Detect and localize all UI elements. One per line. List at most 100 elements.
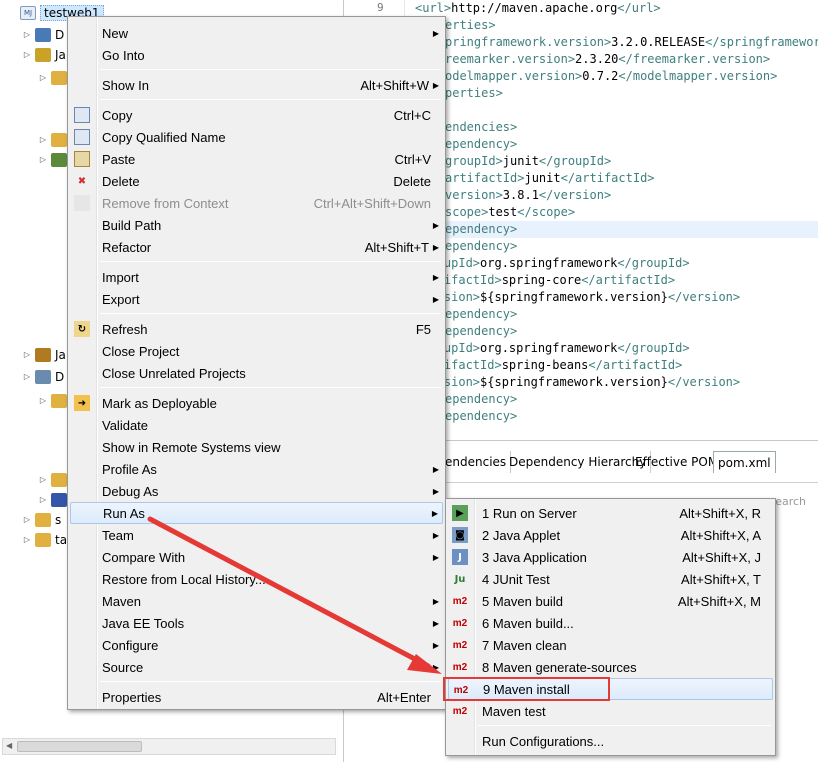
expand-icon[interactable]: ▷ [22,372,32,382]
maven-m2-icon: m2 [452,639,468,651]
code-line[interactable]: endencies> [445,119,517,136]
code-line[interactable]: scope>test</scope> [445,204,575,221]
menu-item-show-in-remote-systems-view[interactable]: Show in Remote Systems view [70,436,443,458]
scrollbar-thumb[interactable] [17,741,142,752]
tree-row[interactable]: ▷ D [22,25,64,45]
code-line[interactable]: perties> [445,85,503,102]
scroll-left-icon[interactable]: ◀ [6,741,12,750]
code-line[interactable]: version>3.8.1</version> [445,187,611,204]
expand-icon[interactable]: ▷ [22,350,32,360]
code-line[interactable]: <artifactId>spring-core</artifactId> [415,272,675,289]
menu-item-4-junit-test[interactable]: Ju 4 JUnit Test Alt+Shift+X, T [448,568,773,590]
menu-item-2-java-applet[interactable]: ◙ 2 Java Applet Alt+Shift+X, A [448,524,773,546]
xml-text: 3.8.1 [502,188,539,202]
code-line[interactable]: <artifactId>spring-beans</artifactId> [415,357,682,374]
menu-item-maven-test[interactable]: m2 Maven test [448,700,773,722]
menu-item-label: Show in Remote Systems view [102,439,281,455]
menu-item-go-into[interactable]: Go Into [70,44,443,66]
code-line[interactable]: pringframework.version>3.2.0.RELEASE</sp… [445,34,818,51]
menu-item-refresh[interactable]: ↻ Refresh F5 [70,318,443,340]
horizontal-scrollbar[interactable]: ◀ [2,738,336,755]
code-line[interactable]: <url>http://maven.apache.org</url> [415,0,661,17]
code-line[interactable]: ependency> [445,391,517,408]
xml-tag: </artifactId> [581,273,676,287]
expand-icon[interactable]: ▷ [38,396,48,406]
menu-item-team[interactable]: Team ▶ [70,524,443,546]
code-line[interactable]: <groupId>org.springframework</groupId> [415,255,690,272]
tree-row[interactable]: ▷ Ja [22,345,66,365]
editor-tab[interactable]: endencies [441,451,512,473]
expand-icon[interactable]: ▷ [22,535,32,545]
menu-item-remove-from-context[interactable]: Remove from Context Ctrl+Alt+Shift+Down [70,192,443,214]
submenu-arrow-icon: ▶ [432,464,439,474]
menu-item-export[interactable]: Export ▶ [70,288,443,310]
menu-item-refactor[interactable]: Refactor Alt+Shift+T ▶ [70,236,443,258]
menu-item-5-maven-build[interactable]: m2 5 Maven build Alt+Shift+X, M [448,590,773,612]
menu-item-8-maven-generate-sources[interactable]: m2 8 Maven generate-sources [448,656,773,678]
menu-item-run-configurations[interactable]: Run Configurations... [448,730,773,752]
tree-row[interactable]: ▷ ta [22,530,67,550]
menu-item-compare-with[interactable]: Compare With ▶ [70,546,443,568]
code-line[interactable]: artifactId>junit</artifactId> [445,170,655,187]
menu-item-properties[interactable]: Properties Alt+Enter [70,686,443,708]
expand-icon[interactable]: ▷ [22,515,32,525]
submenu-arrow-icon: ▶ [432,242,439,252]
menu-item-close-project[interactable]: Close Project [70,340,443,362]
xml-tag: </groupId> [538,154,612,168]
expand-icon[interactable]: ▷ [38,135,48,145]
menu-item-debug-as[interactable]: Debug As ▶ [70,480,443,502]
menu-item-validate[interactable]: Validate [70,414,443,436]
code-line[interactable]: <groupId>org.springframework</groupId> [415,340,690,357]
code-line[interactable]: ependency> [445,323,517,340]
expand-icon[interactable]: ▷ [22,50,32,60]
menu-item-delete[interactable]: ✖ Delete Delete [70,170,443,192]
menu-item-close-unrelated-projects[interactable]: Close Unrelated Projects [70,362,443,384]
menu-item-import[interactable]: Import ▶ [70,266,443,288]
xml-tag: </modelmapper.version> [618,69,778,83]
menu-item-6-maven-build[interactable]: m2 6 Maven build... [448,612,773,634]
expand-icon[interactable]: ▷ [38,73,48,83]
menu-item-configure[interactable]: Configure ▶ [70,634,443,656]
code-line[interactable]: ependency> [445,238,517,255]
menu-item-run-as[interactable]: Run As ▶ [70,502,443,524]
menu-item-show-in[interactable]: Show In Alt+Shift+W ▶ [70,74,443,96]
editor-tab[interactable]: Effective POM [631,451,724,473]
menu-item-copy-qualified-name[interactable]: Copy Qualified Name [70,126,443,148]
code-line[interactable]: <version>${springframework.version}</ver… [415,289,740,306]
editor-tab[interactable]: Dependency Hierarchy [505,451,652,473]
expand-icon[interactable]: ▷ [38,475,48,485]
menu-item-new[interactable]: New ▶ [70,22,443,44]
menu-item-maven[interactable]: Maven ▶ [70,590,443,612]
menu-item-restore-from-local-history[interactable]: Restore from Local History... [70,568,443,590]
menu-item-build-path[interactable]: Build Path ▶ [70,214,443,236]
menu-item-7-maven-clean[interactable]: m2 7 Maven clean [448,634,773,656]
code-line[interactable]: ependency> [445,408,517,425]
code-line[interactable]: erties> [445,17,496,34]
expand-icon[interactable]: ▷ [38,155,48,165]
tree-node-icon [35,28,51,42]
expand-icon[interactable]: ▷ [22,30,32,40]
expand-icon[interactable]: ▷ [38,495,48,505]
code-line[interactable]: reemarker.version>2.3.20</freemarker.ver… [445,51,770,68]
menu-item-copy[interactable]: Copy Ctrl+C [70,104,443,126]
menu-item-source[interactable]: Source ▶ [70,656,443,678]
menu-item-paste[interactable]: Paste Ctrl+V [70,148,443,170]
menu-item-java-ee-tools[interactable]: Java EE Tools ▶ [70,612,443,634]
paste-icon [74,151,90,167]
code-line[interactable]: ependency> [445,306,517,323]
code-line[interactable]: ependency> [445,136,517,153]
code-line[interactable]: groupId>junit</groupId> [445,153,611,170]
xml-tag: ependency> [445,409,518,423]
code-line[interactable]: ependency> [406,221,818,238]
tree-row[interactable]: ▷ Ja [22,45,66,65]
code-line[interactable]: <version>${springframework.version}</ver… [415,374,740,391]
menu-item-1-run-on-server[interactable]: ▶ 1 Run on Server Alt+Shift+X, R [448,502,773,524]
menu-item-mark-as-deployable[interactable]: ➜ Mark as Deployable [70,392,443,414]
menu-item-label: 4 JUnit Test [482,571,550,587]
tree-row[interactable]: ▷ D [22,367,64,387]
menu-item-3-java-application[interactable]: J 3 Java Application Alt+Shift+X, J [448,546,773,568]
menu-item-profile-as[interactable]: Profile As ▶ [70,458,443,480]
code-line[interactable]: odelmapper.version>0.7.2</modelmapper.ve… [445,68,777,85]
editor-tab[interactable]: pom.xml [713,451,776,473]
tree-row[interactable]: ▷ s [22,510,61,530]
